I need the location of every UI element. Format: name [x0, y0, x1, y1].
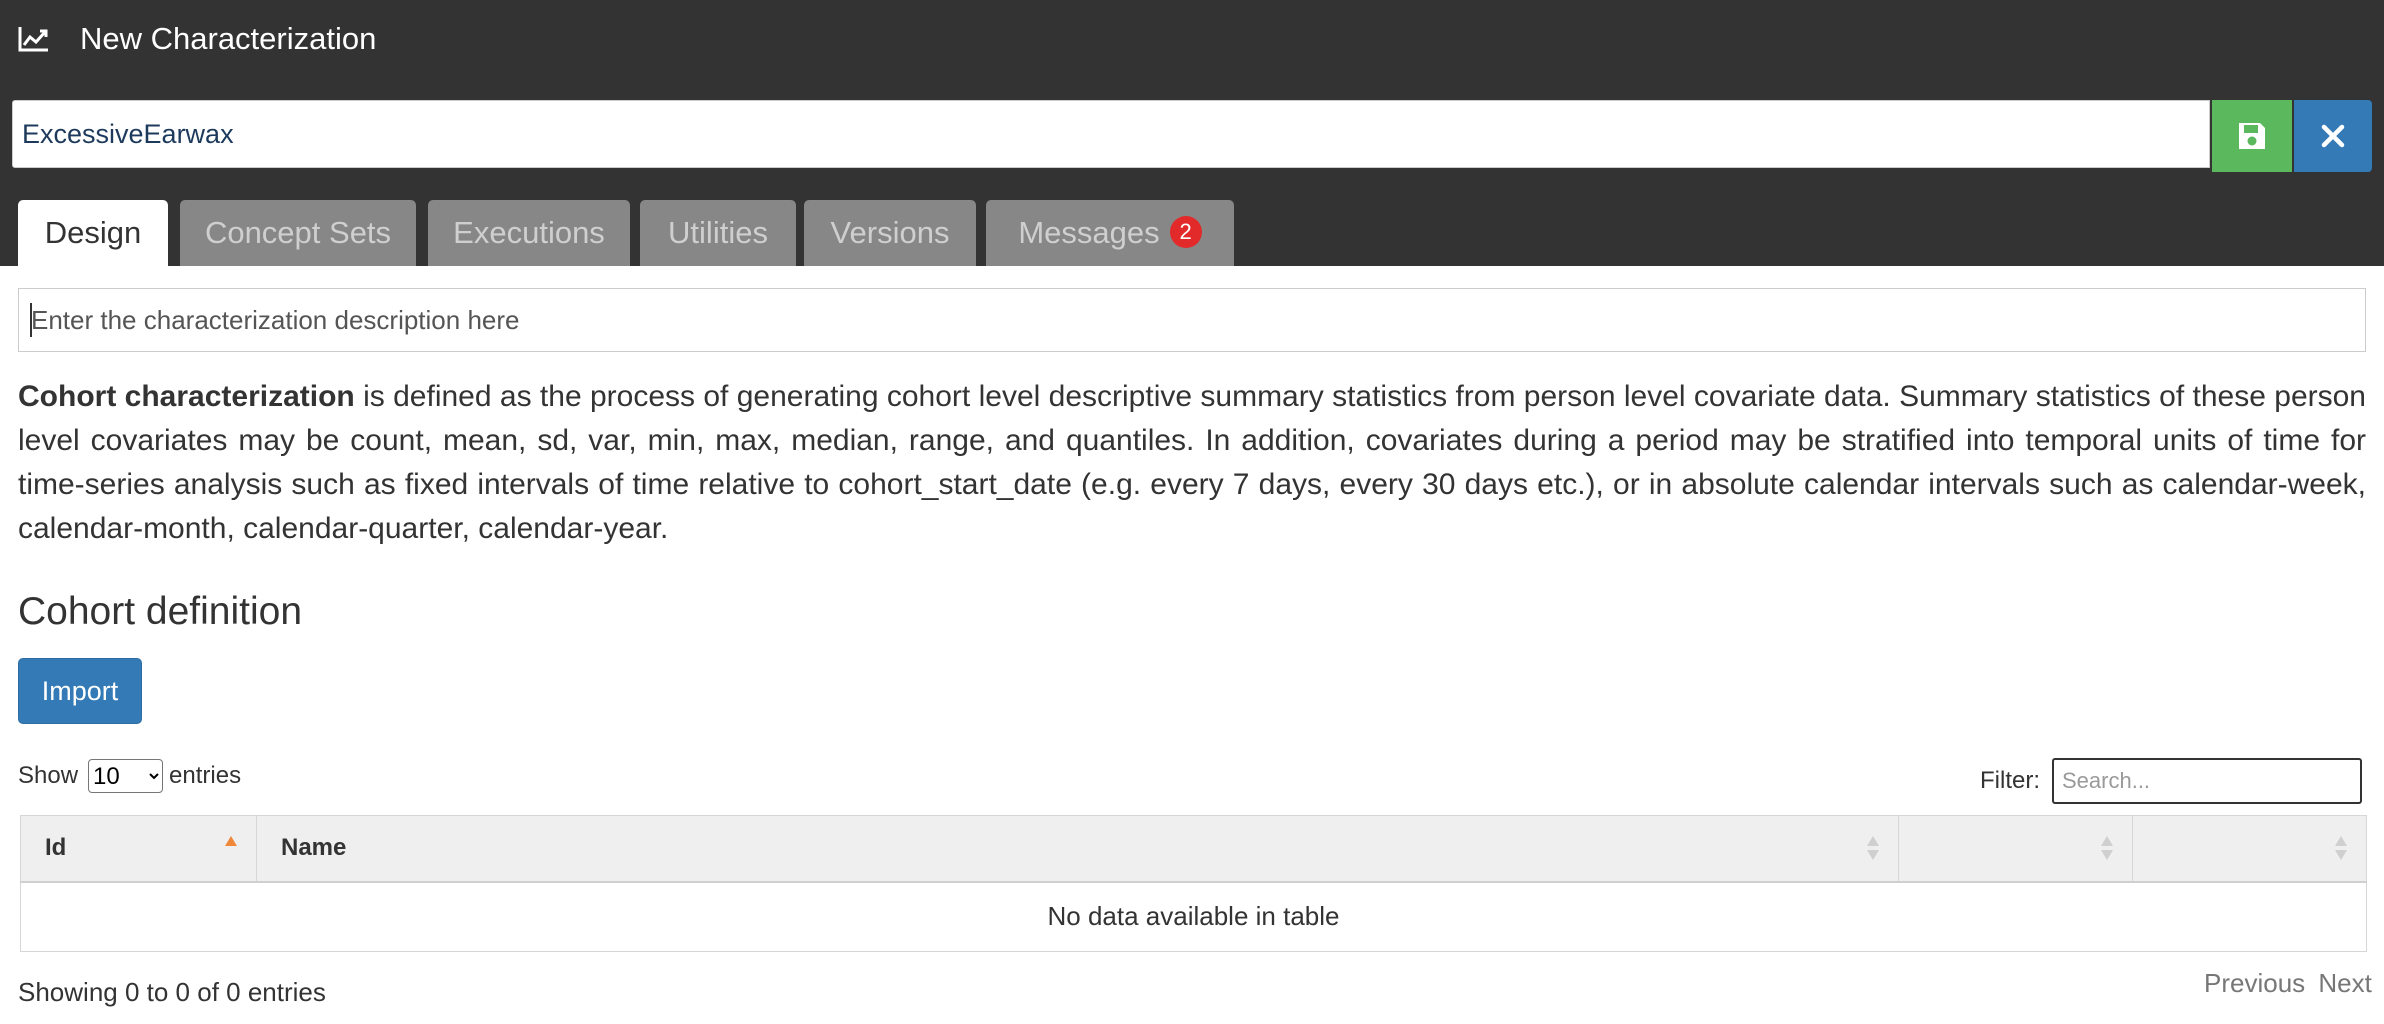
cohort-table: Id Name No data available in table [20, 815, 2367, 952]
top-bar: New Characterization Design Concept Sets… [0, 0, 2384, 266]
empty-table-message: No data available in table [20, 881, 2367, 952]
tab-concept-sets[interactable]: Concept Sets [180, 200, 416, 266]
column-header-name-label: Name [281, 834, 347, 862]
filter-control: Filter: [1980, 758, 2362, 804]
column-header-3[interactable] [1898, 815, 2133, 883]
intro-paragraph: Cohort characterization is defined as th… [18, 375, 2366, 551]
pagination: Previous Next [2198, 968, 2372, 999]
page-size-control: Show 10 entries [18, 758, 241, 794]
sort-ascending-icon [225, 836, 237, 847]
table-info: Showing 0 to 0 of 0 entries [18, 977, 326, 1007]
close-icon [2321, 124, 2345, 148]
text-caret [30, 303, 32, 337]
characterization-name-input[interactable] [12, 100, 2210, 168]
page-title: New Characterization [80, 21, 377, 56]
show-label: Show [18, 762, 79, 789]
line-chart-icon [18, 27, 48, 52]
column-header-4[interactable] [2132, 815, 2367, 883]
cohort-definition-heading: Cohort definition [18, 590, 303, 633]
previous-page-button[interactable]: Previous [2204, 968, 2305, 998]
save-button[interactable] [2212, 100, 2292, 172]
table-header-row: Id Name [20, 815, 2367, 883]
close-button[interactable] [2294, 100, 2372, 172]
tab-design[interactable]: Design [18, 200, 168, 266]
filter-search-input[interactable] [2052, 758, 2362, 804]
column-header-name[interactable]: Name [256, 815, 1899, 883]
tab-utilities[interactable]: Utilities [640, 200, 796, 266]
sort-both-icon [1867, 836, 1879, 861]
page-size-select[interactable]: 10 [88, 759, 164, 793]
sort-both-icon [2335, 836, 2347, 861]
description-input[interactable] [18, 288, 2366, 352]
column-header-id-label: Id [45, 834, 67, 862]
filter-label: Filter: [1980, 767, 2040, 794]
column-header-id[interactable]: Id [20, 815, 257, 883]
tab-versions[interactable]: Versions [804, 200, 976, 266]
next-page-button[interactable]: Next [2318, 968, 2371, 998]
intro-text: is defined as the process of generating … [18, 380, 2366, 545]
tab-executions[interactable]: Executions [428, 200, 630, 266]
save-icon [2239, 123, 2265, 149]
intro-bold-term: Cohort characterization [18, 380, 355, 413]
title-row: New Characterization [0, 0, 2384, 78]
tab-messages[interactable]: Messages 2 [986, 200, 1234, 266]
tab-messages-label: Messages [1018, 215, 1160, 250]
sort-both-icon [2101, 836, 2113, 861]
import-button[interactable]: Import [18, 658, 142, 724]
name-row [12, 100, 2372, 172]
messages-count-badge: 2 [1169, 215, 1202, 248]
entries-label: entries [169, 762, 242, 789]
table-row: No data available in table [20, 881, 2367, 952]
